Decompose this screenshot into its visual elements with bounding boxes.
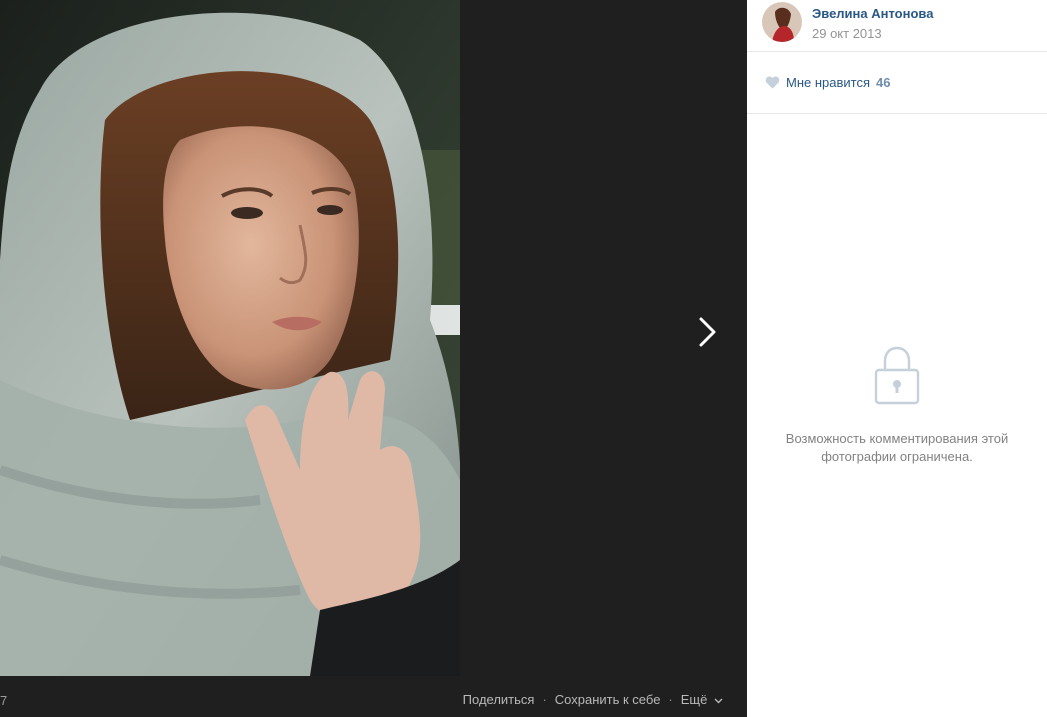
more-button[interactable]: Ещё [681,692,723,707]
author-info: Эвелина Антонова 29 окт 2013 [812,6,933,41]
photo-image [0,0,460,676]
author-header: Эвелина Антонова 29 окт 2013 [747,0,1047,52]
heart-icon [765,76,780,89]
more-label: Ещё [680,692,708,707]
avatar[interactable] [762,2,802,42]
comments-restricted-notice: Возможность комментирования этой фотогра… [747,345,1047,466]
like-label: Мне нравится [786,75,871,90]
separator: · [542,692,547,707]
chevron-down-icon [714,698,723,704]
photo-counter: 7 [0,693,8,708]
photo-actions: Поделиться · Сохранить к себе · Ещё [463,692,723,707]
photo-info-panel: Эвелина Антонова 29 окт 2013 Мне нравитс… [747,0,1047,717]
like-button[interactable]: Мне нравится 46 [765,75,890,90]
author-name-link[interactable]: Эвелина Антонова [812,6,933,21]
chevron-right-icon [699,317,716,347]
lock-icon [874,346,920,405]
avatar-image [762,2,802,42]
photo-pane: 7 Поделиться · Сохранить к себе · Ещё [0,0,747,717]
share-button[interactable]: Поделиться [463,692,535,707]
post-date: 29 окт 2013 [812,26,882,41]
like-count: 46 [876,75,891,90]
comments-restricted-text: Возможность комментирования этой фотогра… [785,431,1009,464]
save-to-album-button[interactable]: Сохранить к себе [555,692,661,707]
photo[interactable] [0,0,460,676]
photo-toolbar: 7 Поделиться · Сохранить к себе · Ещё [0,684,747,717]
next-photo-button[interactable] [686,300,730,364]
photo-viewer: 7 Поделиться · Сохранить к себе · Ещё Эв… [0,0,1047,717]
separator: · [668,692,673,707]
likes-row: Мне нравится 46 [747,52,1047,114]
